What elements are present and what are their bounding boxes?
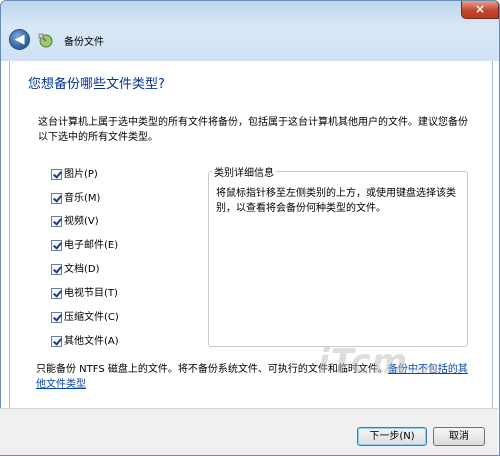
checkbox-box[interactable]	[51, 169, 62, 180]
checkbox-box[interactable]	[51, 193, 62, 204]
checkbox-box[interactable]	[51, 336, 62, 347]
backup-icon	[38, 33, 53, 48]
window-title: 备份文件	[64, 37, 104, 48]
title-bar: × ◀ 备份文件	[1, 1, 499, 61]
next-button[interactable]: 下一步(N)	[357, 427, 427, 446]
close-button[interactable]: ×	[461, 1, 499, 19]
checkbox-label: 视频(V)	[64, 216, 99, 227]
checkbox-box[interactable]	[51, 240, 62, 251]
checkbox-label: 音乐(M)	[64, 193, 101, 204]
category-details-legend: 类别详细信息	[212, 164, 276, 179]
back-button[interactable]: ◀	[9, 29, 30, 50]
checkbox-box[interactable]	[51, 264, 62, 275]
back-arrow-icon: ◀	[14, 32, 25, 47]
checkbox-label: 压缩文件(C)	[64, 312, 119, 323]
checkbox-label: 其他文件(A)	[64, 336, 119, 347]
close-icon: ×	[474, 2, 486, 16]
checkbox-box[interactable]	[51, 288, 62, 299]
checkbox-box[interactable]	[51, 216, 62, 227]
page-title: 您想备份哪些文件类型?	[28, 77, 165, 92]
cancel-button[interactable]: 取消	[433, 427, 485, 446]
footer-note: 只能备份 NTFS 磁盘上的文件。将不备份系统文件、可执行的文件和临时文件。备份…	[36, 362, 476, 392]
footer-note-text: 只能备份 NTFS 磁盘上的文件。将不备份系统文件、可执行的文件和临时文件。	[36, 364, 388, 375]
checkbox-label: 电子邮件(E)	[64, 240, 119, 251]
description-text: 这台计算机上属于选中类型的所有文件将备份，包括属于这台计算机其他用户的文件。建议…	[38, 117, 468, 143]
category-details-text: 将鼠标指针移至左侧类别的上方，或使用键盘选择该类别，以查看将会备份何种类型的文件…	[216, 188, 456, 214]
checkbox-box[interactable]	[51, 312, 62, 323]
checkbox-label: 文档(D)	[64, 264, 100, 275]
checkbox-label: 电视节目(T)	[64, 288, 118, 299]
checkbox-label: 图片(P)	[64, 169, 98, 180]
